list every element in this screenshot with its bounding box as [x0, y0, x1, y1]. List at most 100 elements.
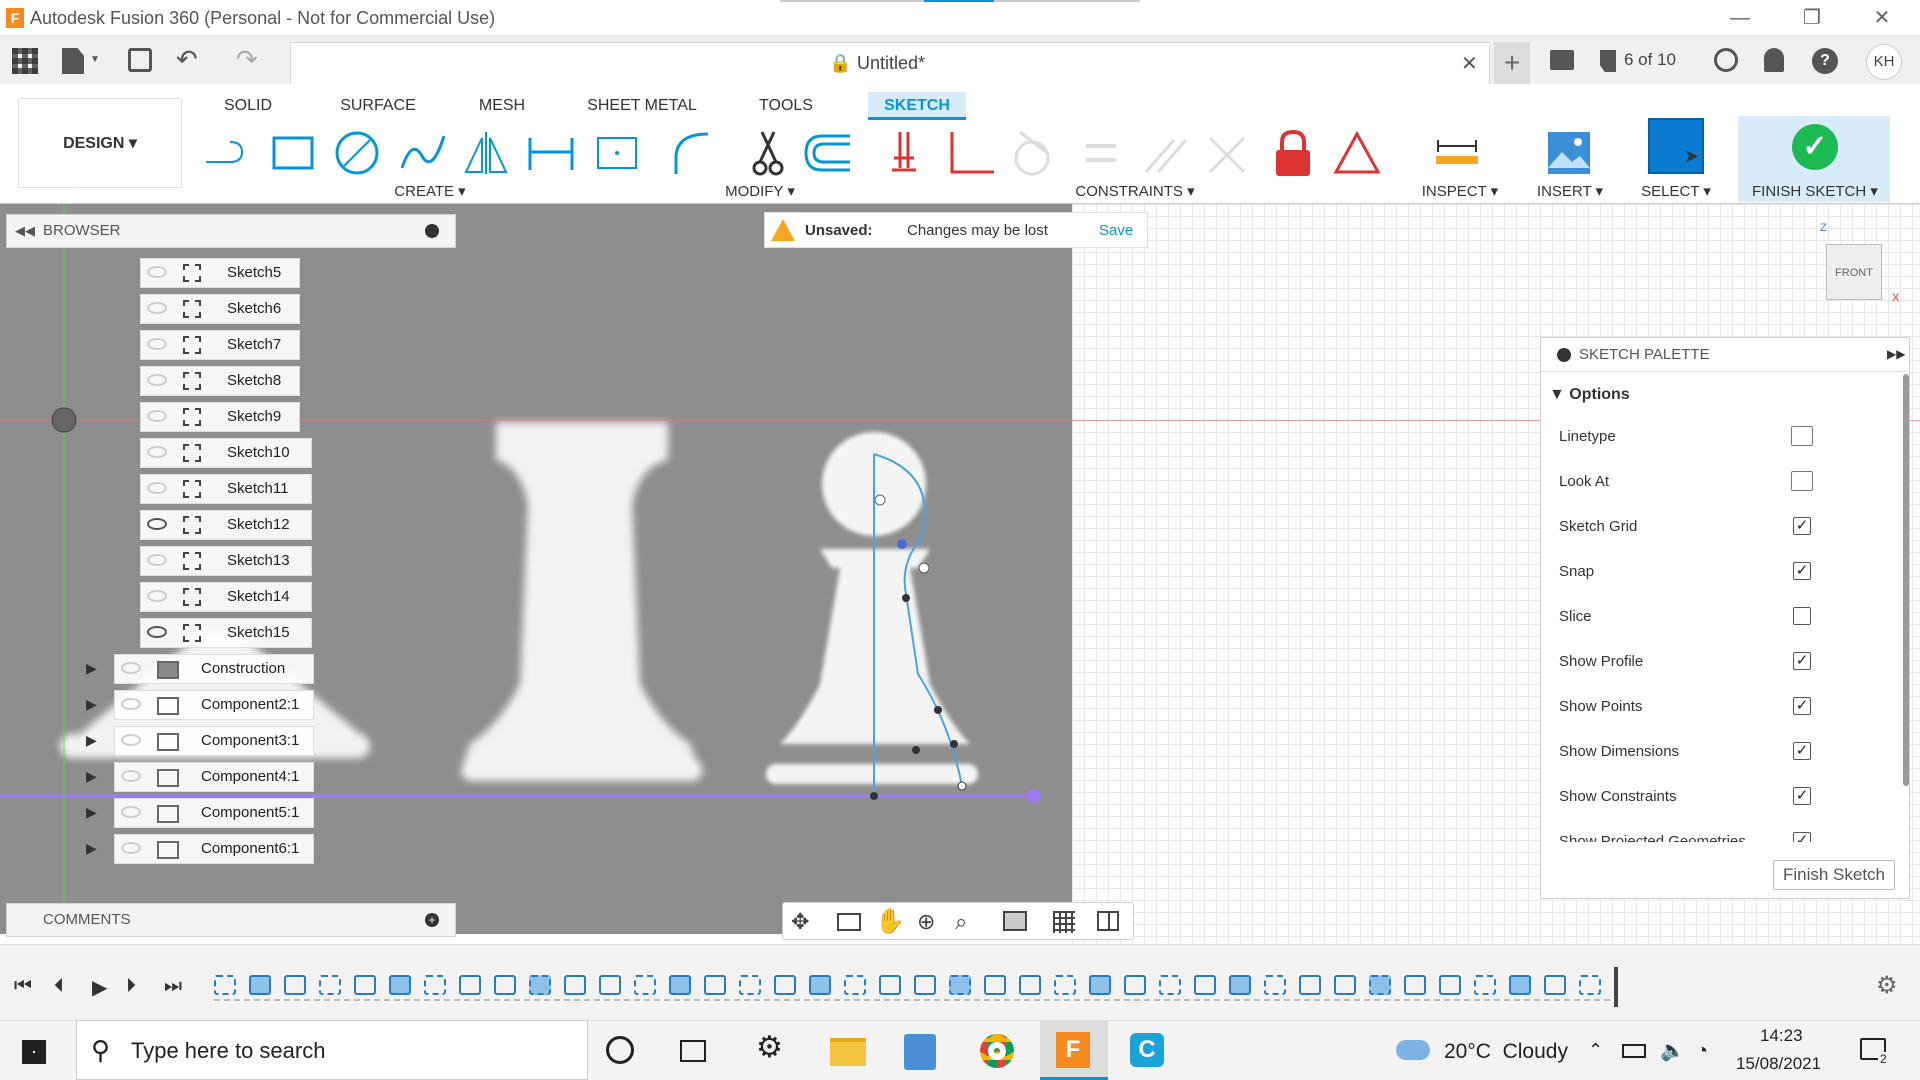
timeline-feature-icon[interactable] [214, 975, 236, 995]
look-at-icon[interactable] [837, 913, 861, 931]
chrome-icon[interactable] [980, 1034, 1014, 1068]
cortana-icon[interactable] [606, 1036, 634, 1064]
visibility-eye-icon[interactable] [121, 770, 141, 782]
browser-item-sketch[interactable]: Sketch10 [140, 438, 312, 468]
palette-scrollbar[interactable] [1903, 374, 1909, 786]
timeline-feature-icon[interactable] [1439, 975, 1461, 995]
fit-icon[interactable]: ⌕ [955, 909, 967, 935]
select-group-label[interactable]: SELECT ▾ [1626, 182, 1726, 200]
expand-arrow-icon[interactable]: ▶ [86, 804, 97, 821]
timeline-feature-icon[interactable] [1159, 975, 1181, 995]
visibility-eye-icon[interactable] [147, 302, 167, 314]
timeline-feature-icon[interactable] [389, 975, 411, 995]
offset-icon[interactable] [800, 128, 854, 178]
palette-checkbox[interactable]: ✓ [1793, 517, 1811, 535]
timeline-feature-icon[interactable] [1474, 975, 1496, 995]
timeline-feature-icon[interactable] [669, 975, 691, 995]
settings-icon[interactable]: ⚙ [756, 1030, 796, 1070]
palette-header[interactable]: SKETCH PALETTE ▶▶ [1541, 338, 1909, 372]
timeline-feature-icon[interactable] [1334, 975, 1356, 995]
step-forward-icon[interactable]: ⏵ [126, 975, 136, 998]
design-workspace-button[interactable]: DESIGN ▾ [18, 98, 182, 188]
new-tab-button[interactable]: + [1494, 42, 1530, 86]
dimension-icon[interactable] [524, 128, 578, 178]
palette-checkbox[interactable]: ✓ [1793, 562, 1811, 580]
timeline-feature-icon[interactable] [599, 975, 621, 995]
tab-tools[interactable]: TOOLS [750, 92, 822, 120]
expand-arrow-icon[interactable]: ▶ [86, 660, 97, 677]
comments-icon[interactable] [1550, 50, 1574, 70]
timeline-feature-icon[interactable] [739, 975, 761, 995]
minimize-button[interactable]: — [1710, 4, 1770, 32]
expand-icon[interactable]: ▶▶ [1887, 347, 1905, 361]
visibility-eye-icon[interactable] [147, 410, 167, 422]
timeline-feature-icon[interactable] [529, 975, 551, 995]
document-tab[interactable]: 🔒 Untitled* ✕ [290, 42, 1490, 86]
browser-item-sketch[interactable]: Sketch9 [140, 402, 300, 432]
timeline-feature-icon[interactable] [494, 975, 516, 995]
undo-icon[interactable]: ↶ [176, 44, 198, 75]
task-view-icon[interactable] [680, 1040, 706, 1062]
palette-checkbox[interactable]: ✓ [1793, 697, 1811, 715]
file-explorer-icon[interactable] [830, 1038, 866, 1066]
coincident-icon[interactable] [880, 128, 934, 178]
close-button[interactable]: ✕ [1852, 4, 1912, 32]
palette-checkbox[interactable]: ✓ [1793, 787, 1811, 805]
visibility-eye-icon[interactable] [121, 734, 141, 746]
windows-start-icon[interactable] [22, 1040, 46, 1064]
timeline-feature-icon[interactable] [354, 975, 376, 995]
timeline-feature-icon[interactable] [774, 975, 796, 995]
midpoint-icon[interactable] [1200, 128, 1254, 178]
save-icon[interactable] [128, 48, 152, 72]
search-input[interactable]: Type here to search [131, 1038, 325, 1064]
display-settings-icon[interactable] [1003, 911, 1027, 931]
browser-item-node[interactable]: Construction [114, 654, 314, 684]
clock-date[interactable]: 15/08/2021 [1736, 1054, 1821, 1074]
timeline-feature-icon[interactable] [1299, 975, 1321, 995]
go-to-start-icon[interactable]: ⏮ [14, 975, 32, 998]
visibility-eye-icon[interactable] [147, 446, 167, 458]
visibility-eye-icon[interactable] [147, 518, 167, 530]
settings-gear-icon[interactable]: ⚙ [1876, 971, 1898, 1000]
visibility-eye-icon[interactable] [147, 554, 167, 566]
minus-circle-icon[interactable] [1557, 348, 1571, 362]
file-menu-icon[interactable] [62, 48, 84, 74]
weather-text[interactable]: 20°C Cloudy [1444, 1040, 1568, 1064]
view-cube[interactable]: FRONT [1826, 244, 1882, 300]
expand-arrow-icon[interactable]: ▶ [86, 696, 97, 713]
go-to-end-icon[interactable]: ⏭ [164, 975, 182, 998]
equal-icon[interactable] [1074, 128, 1128, 178]
palette-checkbox[interactable] [1793, 607, 1811, 625]
expand-arrow-icon[interactable]: ▶ [86, 768, 97, 785]
browser-item-sketch[interactable]: Sketch14 [140, 582, 312, 612]
wifi-icon[interactable]: ◔ [1696, 1040, 1708, 1063]
timeline-feature-icon[interactable] [844, 975, 866, 995]
browser-item-sketch[interactable]: Sketch12 [140, 510, 312, 540]
battery-icon[interactable] [1622, 1044, 1646, 1058]
visibility-eye-icon[interactable] [147, 590, 167, 602]
timeline-feature-icon[interactable] [564, 975, 586, 995]
finish-sketch-button[interactable]: Finish Sketch [1773, 860, 1895, 890]
browser-header[interactable]: ◀◀ BROWSER [6, 214, 456, 248]
clock-time[interactable]: 14:23 [1760, 1026, 1803, 1046]
palette-checkbox[interactable]: ✓ [1793, 742, 1811, 760]
timeline-feature-icon[interactable] [319, 975, 341, 995]
taskbar-search[interactable]: ⚲ Type here to search [76, 1020, 588, 1080]
fillet-icon[interactable] [668, 128, 722, 178]
close-tab-icon[interactable]: ✕ [1461, 51, 1478, 76]
look-at-icon[interactable] [1791, 471, 1813, 491]
volume-icon[interactable]: 🔈 [1660, 1038, 1685, 1063]
timeline-feature-icon[interactable] [1369, 975, 1391, 995]
browser-item-node[interactable]: Component3:1 [114, 726, 314, 756]
winrar-icon[interactable] [904, 1034, 936, 1070]
timeline-marker[interactable] [1614, 967, 1618, 1007]
timeline-feature-icon[interactable] [1579, 975, 1601, 995]
mirror-icon[interactable] [460, 128, 514, 178]
browser-item-sketch[interactable]: Sketch7 [140, 330, 300, 360]
browser-item-sketch[interactable]: Sketch13 [140, 546, 312, 576]
jobs-status[interactable]: 6 of 10 [1624, 50, 1676, 70]
redo-icon[interactable]: ↷ [236, 44, 258, 75]
tab-mesh[interactable]: MESH [470, 92, 534, 120]
timeline-feature-icon[interactable] [424, 975, 446, 995]
timeline-feature-icon[interactable] [1404, 975, 1426, 995]
